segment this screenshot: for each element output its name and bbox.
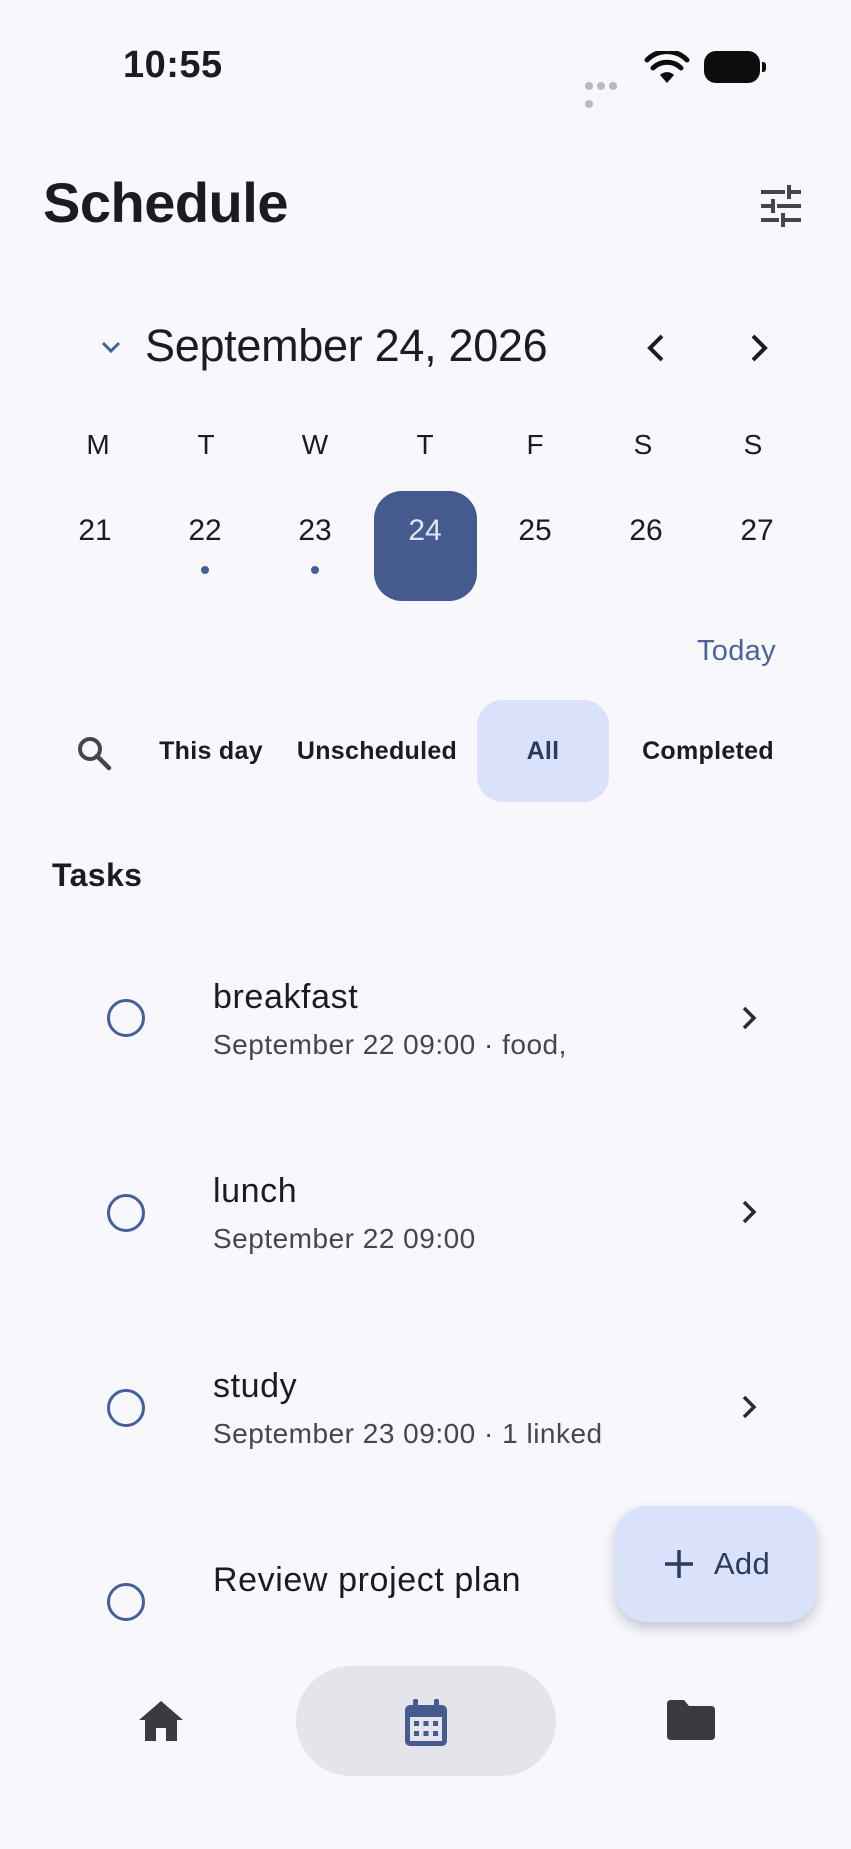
page-title: Schedule [43, 171, 288, 234]
filter-this-day[interactable]: This day [152, 700, 270, 802]
day-cell[interactable]: 21 [45, 514, 145, 548]
task-checkbox[interactable] [107, 1389, 145, 1427]
day-cell[interactable]: 26 [596, 514, 696, 548]
task-meta: September 22 09:00 [213, 1223, 476, 1254]
weekday-label: S [743, 429, 763, 460]
wifi-icon [644, 51, 690, 83]
filter-all[interactable]: All [477, 700, 609, 802]
weekday-label: F [526, 429, 544, 460]
event-dot [201, 566, 209, 574]
chevron-left-icon[interactable] [637, 328, 677, 368]
task-name: breakfast [213, 978, 359, 1016]
calendar-icon[interactable] [402, 1697, 450, 1749]
filter-completed[interactable]: Completed [633, 700, 783, 802]
task-name: study [213, 1367, 298, 1405]
plus-icon [664, 1550, 693, 1578]
weekday-label: W [301, 429, 329, 460]
section-title: Tasks [52, 857, 143, 893]
task-meta: September 22 09:00 · food, [213, 1029, 567, 1060]
folder-icon[interactable] [665, 1698, 717, 1742]
chevron-right-icon [742, 1006, 757, 1030]
day-cell-selected[interactable]: 24 [375, 514, 475, 548]
home-icon[interactable] [136, 1698, 186, 1744]
task-checkbox[interactable] [107, 999, 145, 1037]
add-button[interactable]: Add [615, 1506, 817, 1622]
day-cell[interactable]: 22 [155, 514, 255, 548]
task-row[interactable]: lunch September 22 09:00 [0, 1124, 851, 1304]
day-cell[interactable]: 27 [707, 514, 807, 548]
weekday-label: T [197, 429, 215, 460]
chevron-down-icon[interactable] [96, 332, 126, 362]
day-cell[interactable]: 25 [485, 514, 585, 548]
month-label[interactable]: September 24, 2026 [145, 320, 548, 372]
status-time: 10:55 [123, 44, 223, 86]
weekday-label: T [416, 429, 434, 460]
event-dot [311, 566, 319, 574]
task-row[interactable]: breakfast September 22 09:00 · food, [0, 930, 851, 1110]
filter-unscheduled[interactable]: Unscheduled [290, 700, 464, 802]
task-name: Review project plan [213, 1561, 522, 1599]
task-checkbox[interactable] [107, 1583, 145, 1621]
tune-icon[interactable] [755, 180, 807, 232]
task-row[interactable]: study September 23 09:00 · 1 linked [0, 1319, 851, 1499]
search-icon[interactable] [74, 733, 114, 773]
chevron-right-icon [742, 1395, 757, 1419]
weekday-label: M [86, 429, 110, 460]
signal-icon [585, 77, 631, 108]
day-cell[interactable]: 23 [265, 514, 365, 548]
today-button[interactable]: Today [697, 635, 776, 668]
chevron-right-icon[interactable] [738, 328, 778, 368]
task-name: lunch [213, 1172, 298, 1210]
task-meta: September 23 09:00 · 1 linked [213, 1418, 603, 1449]
task-checkbox[interactable] [107, 1194, 145, 1232]
weekday-label: S [633, 429, 653, 460]
battery-icon [704, 51, 766, 83]
add-button-label: Add [713, 1546, 771, 1581]
chevron-right-icon [742, 1200, 757, 1224]
